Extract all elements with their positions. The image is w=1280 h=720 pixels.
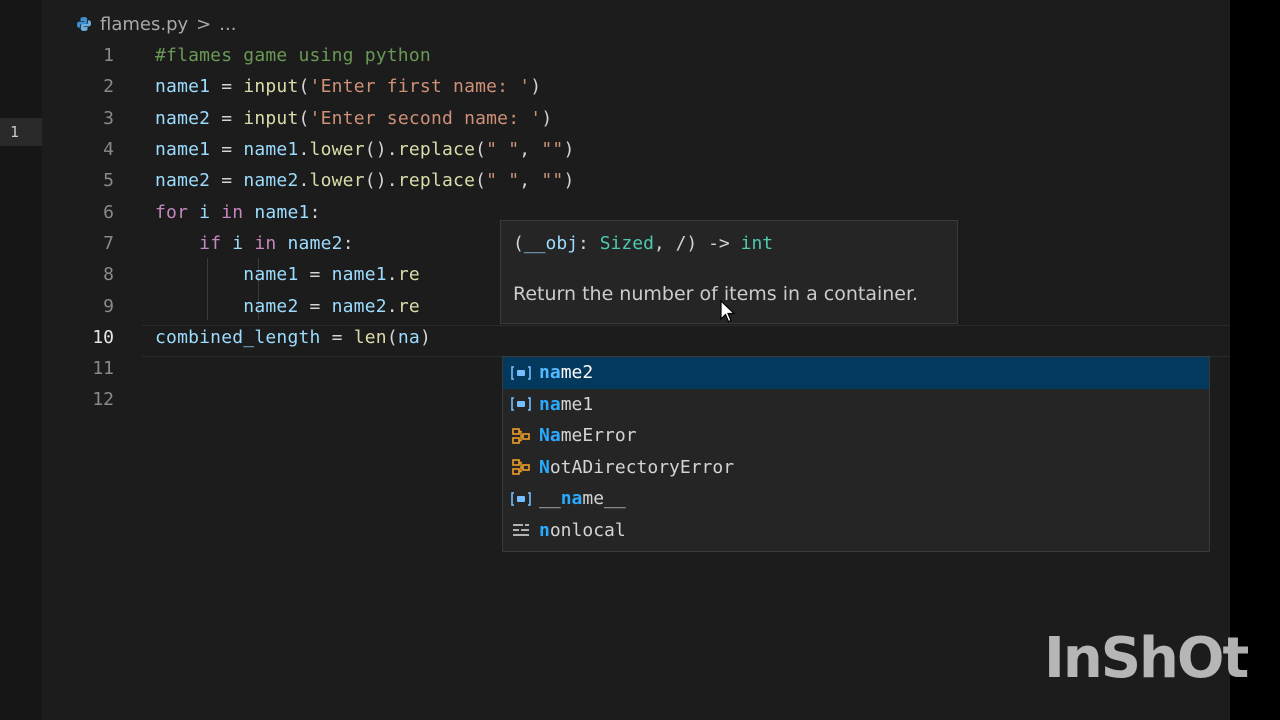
code-line[interactable]: 10 combined_length = len(na) [42, 322, 1230, 353]
variable-icon [509, 394, 533, 414]
code-line[interactable]: 3 name2 = input('Enter second name: ') [42, 103, 1230, 134]
param-type: Sized [599, 233, 654, 254]
suggestion-label: name2 [539, 362, 594, 384]
suggestion-item[interactable]: name1 [503, 389, 1209, 421]
class-icon [509, 426, 533, 446]
suggestion-item[interactable]: nonlocal [503, 515, 1209, 547]
right-edge [1230, 0, 1280, 720]
code-text[interactable]: for i in name1: [155, 202, 321, 223]
code-editor[interactable]: flames.py > ... 1 #flames game using pyth… [42, 0, 1230, 720]
code-text[interactable]: name1 = name1.re [155, 264, 420, 285]
suggestion-item[interactable]: name2 [503, 357, 1209, 389]
code-text[interactable]: name2 = input('Enter second name: ') [155, 108, 552, 129]
code-text[interactable]: combined_length = len(na) [155, 327, 431, 348]
line-number: 5 [103, 170, 114, 192]
code-text[interactable]: name1 = input('Enter first name: ') [155, 76, 541, 97]
code-text[interactable]: if i in name2: [155, 233, 354, 254]
code-text[interactable]: name1 = name1.lower().replace(" ", "") [155, 139, 575, 160]
variable-icon [509, 363, 533, 383]
suggestion-label: name1 [539, 393, 594, 415]
suggestion-item[interactable]: __name__ [503, 483, 1209, 515]
watermark-logo: InShOt [1044, 626, 1249, 691]
signature: (__obj: Sized, /) -> int [513, 233, 774, 254]
line-number: 8 [103, 264, 114, 286]
python-file-icon [77, 17, 91, 31]
suggestion-label: __name__ [539, 488, 626, 510]
code-line[interactable]: 5 name2 = name2.lower().replace(" ", "") [42, 165, 1230, 196]
code-text[interactable]: name2 = name2.re [155, 296, 420, 317]
variable-icon [509, 489, 533, 509]
keyword-icon [509, 520, 533, 540]
suggestion-item[interactable]: NotADirectoryError [503, 452, 1209, 484]
suggestion-list[interactable]: name2 name1 NameError NotADirectoryError __n… [502, 356, 1210, 552]
code-line[interactable]: 4 name1 = name1.lower().replace(" ", "") [42, 134, 1230, 165]
activity-gutter: 1 [0, 0, 42, 720]
breadcrumb-tail[interactable]: ... [219, 14, 236, 35]
suggestion-label: NameError [539, 425, 637, 447]
line-number: 11 [92, 358, 114, 380]
line-badge: 1 [0, 118, 42, 146]
breadcrumb-separator: > [196, 13, 212, 35]
breadcrumb-file[interactable]: flames.py [100, 14, 188, 35]
line-number: 3 [103, 107, 114, 129]
code-text[interactable]: #flames game using python [155, 45, 431, 66]
line-number: 12 [92, 389, 114, 411]
line-number: 2 [103, 76, 114, 98]
code-line[interactable]: 2 name1 = input('Enter first name: ') [42, 71, 1230, 102]
param-name: __obj [523, 233, 579, 254]
line-number: 6 [103, 201, 114, 223]
hover-doc: Return the number of items in a containe… [513, 283, 919, 305]
suggestion-label: NotADirectoryError [539, 456, 735, 478]
line-number: 4 [103, 139, 114, 161]
line-number: 9 [103, 295, 114, 317]
class-icon [509, 457, 533, 477]
breadcrumb[interactable]: flames.py > ... [76, 10, 236, 38]
line-number: 7 [103, 232, 114, 254]
suggestion-label: nonlocal [539, 519, 626, 541]
code-line[interactable]: 1 #flames game using python [42, 40, 1230, 71]
code-text[interactable]: name2 = name2.lower().replace(" ", "") [155, 170, 575, 191]
suggestion-item[interactable]: NameError [503, 420, 1209, 452]
return-type: int [740, 233, 774, 254]
line-number: 1 [103, 45, 114, 67]
mouse-pointer-icon [720, 300, 736, 323]
line-number: 10 [92, 326, 114, 348]
